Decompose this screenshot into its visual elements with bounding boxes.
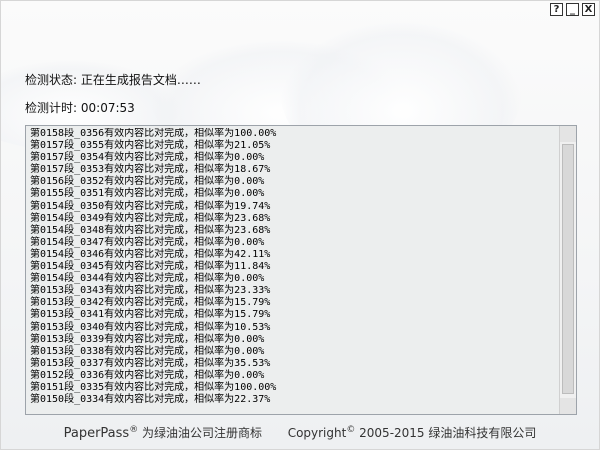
log-line: 第0154段_0347有效内容比对完成，相似率为0.00% — [30, 236, 265, 248]
log-line: 第0153段_0339有效内容比对完成，相似率为0.00% — [30, 333, 265, 345]
timer-value: 00:07:53 — [80, 101, 135, 115]
status-label: 检测状态: — [25, 73, 78, 87]
log-line: 第0154段_0345有效内容比对完成，相似率为11.84% — [30, 261, 271, 273]
log-line: 第0153段_0338有效内容比对完成，相似率为0.00% — [30, 345, 265, 357]
log-lines: 第0158段_0356有效内容比对完成，相似率为100.00% 第0157段_03… — [28, 128, 558, 412]
log-line: 第0156段_0352有效内容比对完成，相似率为0.00% — [30, 176, 265, 188]
log-line: 第0154段_0344有效内容比对完成，相似率为0.00% — [30, 273, 265, 285]
log-line: 第0152段_0336有效内容比对完成，相似率为0.00% — [30, 369, 265, 381]
scroll-thumb[interactable] — [562, 144, 574, 394]
status-value: 正在生成报告文档…… — [80, 73, 201, 87]
registered-mark: ® — [129, 425, 139, 435]
log-line: 第0153段_0342有效内容比对完成，相似率为15.79% — [30, 297, 271, 309]
app-window: ? _ X 检测状态: 正在生成报告文档…… 检测计时: 00:07:53 第0… — [0, 0, 600, 450]
copyright-word: Copyright — [287, 426, 347, 440]
log-line: 第0151段_0335有效内容比对完成，相似率为100.00% — [30, 381, 277, 393]
close-button[interactable]: X — [582, 3, 595, 16]
copyright-text: 2005-2015 绿油油科技有限公司 — [359, 426, 537, 440]
log-line: 第0155段_0351有效内容比对完成，相似率为0.00% — [30, 188, 265, 200]
log-line: 第0153段_0343有效内容比对完成，相似率为23.33% — [30, 285, 271, 297]
trademark-text: 为绿油油公司注册商标 — [142, 426, 263, 440]
log-textbox[interactable]: 第0158段_0356有效内容比对完成，相似率为100.00% 第0157段_03… — [25, 125, 577, 415]
log-line: 第0157段_0354有效内容比对完成，相似率为0.00% — [30, 152, 265, 164]
window-controls: ? _ X — [550, 3, 595, 16]
status-row: 检测状态: 正在生成报告文档…… — [25, 71, 201, 88]
log-line: 第0154段_0350有效内容比对完成，相似率为19.74% — [30, 200, 271, 212]
log-line: 第0153段_0341有效内容比对完成，相似率为15.79% — [30, 309, 271, 321]
log-line: 第0153段_0340有效内容比对完成，相似率为10.53% — [30, 321, 271, 333]
timer-row: 检测计时: 00:07:53 — [25, 99, 135, 116]
log-line: 第0154段_0348有效内容比对完成，相似率为23.68% — [30, 224, 271, 236]
footer: PaperPass® 为绿油油公司注册商标 Copyright© 2005-20… — [1, 424, 599, 441]
scroll-up-arrow[interactable] — [560, 126, 576, 142]
minimize-button[interactable]: _ — [566, 3, 579, 16]
copyright-symbol: © — [346, 425, 356, 435]
help-button[interactable]: ? — [550, 3, 563, 16]
log-line: 第0158段_0356有效内容比对完成，相似率为100.00% — [30, 128, 277, 139]
log-line: 第0157段_0353有效内容比对完成，相似率为18.67% — [30, 164, 271, 176]
brand-name: PaperPass — [63, 426, 130, 441]
log-line: 第0153段_0337有效内容比对完成，相似率为35.53% — [30, 357, 271, 369]
timer-label: 检测计时: — [25, 101, 78, 115]
log-line: 第0150段_0334有效内容比对完成，相似率为22.37% — [30, 394, 271, 406]
log-line: 第0154段_0349有效内容比对完成，相似率为23.68% — [30, 212, 271, 224]
log-line: 第0157段_0355有效内容比对完成，相似率为21.05% — [30, 140, 271, 152]
scroll-down-arrow[interactable] — [560, 398, 576, 414]
log-scrollbar[interactable] — [559, 126, 576, 414]
log-line: 第0154段_0346有效内容比对完成，相似率为42.11% — [30, 248, 271, 260]
